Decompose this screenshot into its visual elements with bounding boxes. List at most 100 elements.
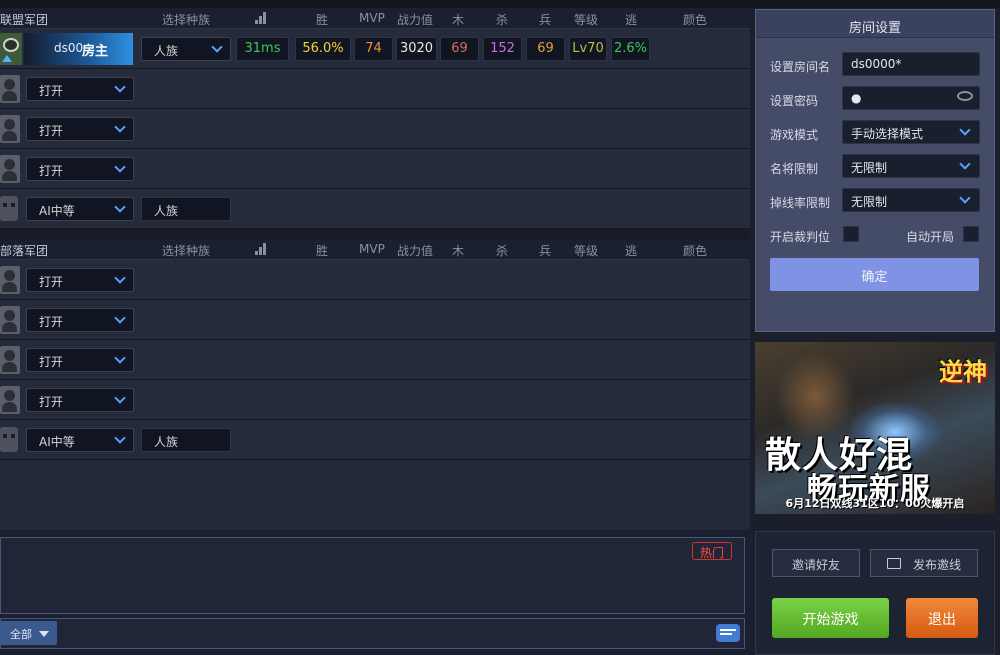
robot-icon (0, 427, 18, 452)
header-soldier: 兵 (539, 13, 552, 27)
chevron-down-icon (114, 272, 126, 284)
race-select-host[interactable]: 人族 (141, 37, 231, 61)
confirm-button[interactable]: 确定 (770, 258, 979, 291)
header-level: 等级 (574, 244, 599, 258)
stat-level: Lv70 (569, 37, 607, 61)
slot-ai-select-value: AI中等 (39, 204, 75, 218)
team-horde-name: 部落军团 (0, 244, 49, 258)
slot-open-select[interactable]: 打开 (26, 77, 134, 101)
stat-kill: 152 (483, 37, 522, 61)
chat-input-bar[interactable] (0, 618, 745, 649)
chevron-down-icon (114, 161, 126, 173)
header-kill: 杀 (496, 13, 509, 27)
avatar-placeholder-icon (0, 115, 20, 143)
autostart-label: 自动开局 (906, 230, 955, 244)
player-slot: 打开 (0, 69, 750, 109)
slot-open-select[interactable]: 打开 (26, 157, 134, 181)
hot-button[interactable]: 热门 (692, 542, 732, 560)
hero-limit-select[interactable]: 无限制 (842, 154, 980, 178)
host-name: ds00 (54, 41, 84, 55)
team-divider (0, 229, 750, 239)
slot-open-select-value: 打开 (39, 315, 64, 329)
slot-open-select[interactable]: 打开 (26, 117, 134, 141)
team-alliance-header: 联盟军团 选择种族 胜 MVP 战力值 木 杀 兵 等级 逃 颜色 (0, 8, 750, 29)
slot-open-select-value: 打开 (39, 275, 64, 289)
invite-friends-button[interactable]: 邀请好友 (772, 549, 860, 577)
header-escape: 逃 (625, 244, 638, 258)
chevron-down-icon (114, 312, 126, 324)
slot-open-select[interactable]: 打开 (26, 268, 134, 292)
team-horde-header: 部落军团 选择种族 胜 MVP 战力值 木 杀 兵 等级 逃 颜色 (0, 239, 750, 260)
race-select-host-value: 人族 (154, 44, 179, 58)
eye-icon[interactable] (957, 91, 973, 101)
autostart-checkbox[interactable] (963, 226, 979, 242)
avatar-placeholder-icon (0, 266, 20, 294)
room-settings-title: 房间设置 (756, 10, 994, 38)
header-wood: 木 (452, 13, 465, 27)
game-mode-label: 游戏模式 (770, 128, 819, 142)
chevron-up-icon (2, 55, 12, 62)
start-game-button[interactable]: 开始游戏 (772, 598, 889, 638)
password-label: 设置密码 (770, 94, 819, 108)
chat-channel-select[interactable]: 全部 (0, 621, 57, 645)
chevron-down-icon (959, 192, 971, 204)
header-level: 等级 (574, 13, 599, 27)
player-slot: 打开 (0, 149, 750, 189)
publish-invite-button[interactable]: 发布邀线 (870, 549, 978, 577)
password-input[interactable]: ● (842, 86, 980, 110)
chevron-down-icon (959, 158, 971, 170)
player-slot: 打开 (0, 340, 750, 380)
chat-channel-value: 全部 (10, 628, 32, 641)
player-slot: 打开 (0, 380, 750, 420)
exit-button[interactable]: 退出 (906, 598, 978, 638)
chat-message-box[interactable] (0, 537, 745, 614)
slot-open-select[interactable]: 打开 (26, 388, 134, 412)
ai-race: 人族 (141, 197, 231, 221)
password-value: ● (851, 91, 862, 105)
slot-open-select-value: 打开 (39, 355, 64, 369)
slot-open-select[interactable]: 打开 (26, 308, 134, 332)
chevron-down-icon (114, 81, 126, 93)
player-slot-host[interactable]: ds00 房主 人族 31ms 56.0% 74 3020 69 152 69 … (0, 29, 750, 69)
slot-ai-select[interactable]: AI中等 (26, 428, 134, 452)
header-power: 战力值 (397, 13, 434, 27)
header-mvp: MVP (359, 11, 385, 25)
header-race: 选择种族 (162, 13, 211, 27)
slot-ai-select-value: AI中等 (39, 435, 75, 449)
team-horde-empty-area (0, 460, 750, 530)
slot-ai-select[interactable]: AI中等 (26, 197, 134, 221)
player-slot: 打开 (0, 300, 750, 340)
player-slot: 打开 (0, 260, 750, 300)
avatar-placeholder-icon (0, 346, 20, 374)
game-mode-select[interactable]: 手动选择模式 (842, 120, 980, 144)
drop-rate-select[interactable]: 无限制 (842, 188, 980, 212)
room-name-input[interactable]: ds0000* (842, 52, 980, 76)
signal-icon (255, 12, 269, 24)
slot-open-select-value: 打开 (39, 395, 64, 409)
room-name-label: 设置房间名 (770, 60, 831, 74)
team-alliance-panel: 联盟军团 选择种族 胜 MVP 战力值 木 杀 兵 等级 逃 颜色 ds00 房… (0, 8, 750, 229)
player-slot-ai: AI中等 人族 (0, 189, 750, 229)
referee-checkbox[interactable] (843, 226, 859, 242)
game-mode-select-value: 手动选择模式 (851, 127, 924, 141)
header-power: 战力值 (397, 244, 434, 258)
header-race: 选择种族 (162, 244, 211, 258)
chevron-down-icon (114, 201, 126, 213)
chevron-down-icon (114, 392, 126, 404)
chat-bubble-icon[interactable] (716, 624, 740, 642)
avatar-placeholder-icon (0, 155, 20, 183)
host-avatar (0, 33, 22, 65)
header-mvp: MVP (359, 242, 385, 256)
slot-open-select[interactable]: 打开 (26, 348, 134, 372)
ad-banner[interactable]: 逆神 散人好混 畅玩新服 6月12日双线31区10：00火爆开启 (755, 342, 995, 514)
hero-limit-select-value: 无限制 (851, 161, 888, 175)
ad-date-text: 6月12日双线31区10：00火爆开启 (785, 497, 965, 510)
team-alliance-name: 联盟军团 (0, 13, 49, 27)
header-color: 颜色 (683, 244, 708, 258)
header-win: 胜 (316, 244, 329, 258)
header-wood: 木 (452, 244, 465, 258)
player-slot: 打开 (0, 109, 750, 149)
header-escape: 逃 (625, 13, 638, 27)
avatar-placeholder-icon (0, 306, 20, 334)
header-color: 颜色 (683, 13, 708, 27)
